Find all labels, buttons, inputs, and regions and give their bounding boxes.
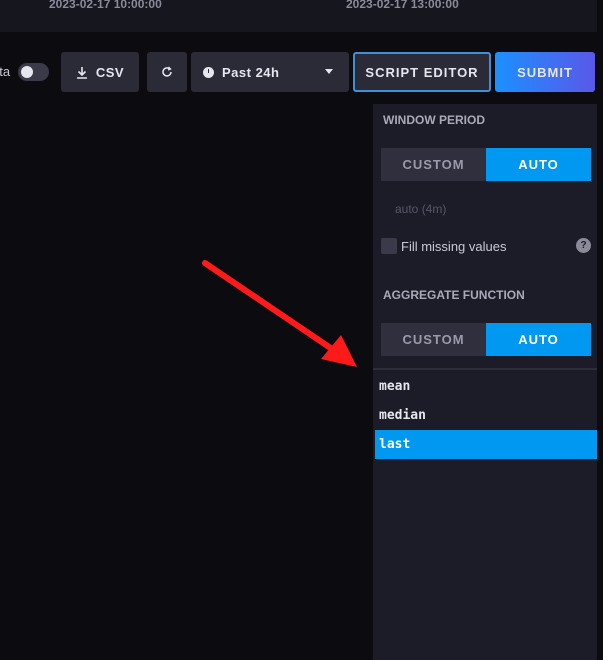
refresh-icon — [162, 66, 172, 77]
submit-button[interactable]: SUBMIT — [495, 52, 595, 92]
fill-missing-checkbox[interactable] — [381, 238, 397, 254]
clock-icon — [203, 66, 214, 78]
download-icon — [76, 66, 87, 79]
time-range-dropdown[interactable]: Past 24h — [191, 52, 349, 92]
timeline-tick: 2023-02-17 10:00:00 — [49, 0, 162, 11]
aggregate-function-title: AGGREGATE FUNCTION — [383, 288, 525, 302]
csv-button-label: CSV — [95, 64, 125, 80]
submit-label: SUBMIT — [517, 64, 573, 80]
raw-data-toggle[interactable] — [18, 63, 49, 81]
divider — [373, 368, 598, 370]
help-icon[interactable]: ? — [576, 238, 591, 253]
timeline-axis: 2023-02-17 10:00:00 2023-02-17 13:00:00 — [0, 0, 597, 32]
toggle-knob — [21, 66, 33, 78]
function-option-last[interactable]: last — [375, 430, 597, 459]
aggregate-function-segmented-control: CUSTOM AUTO — [381, 323, 591, 356]
caret-down-icon — [325, 69, 333, 74]
window-edge — [597, 0, 603, 660]
window-period-title: WINDOW PERIOD — [383, 113, 485, 127]
script-editor-label: SCRIPT EDITOR — [365, 64, 479, 80]
auto-window-period-value: auto (4m) — [395, 202, 447, 216]
annotation-arrow-icon — [202, 260, 357, 367]
aggregate-custom-option[interactable]: CUSTOM — [381, 323, 486, 356]
function-option-mean[interactable]: mean — [375, 372, 597, 401]
aggregate-panel: WINDOW PERIOD CUSTOM AUTO auto (4m) Fill… — [373, 104, 598, 660]
script-editor-button[interactable]: SCRIPT EDITOR — [353, 52, 491, 92]
function-option-median[interactable]: median — [375, 401, 597, 430]
fill-missing-row: Fill missing values ? — [381, 237, 591, 255]
refresh-button[interactable] — [147, 52, 187, 92]
csv-download-button[interactable]: CSV — [61, 52, 139, 92]
fill-missing-label: Fill missing values — [401, 239, 507, 254]
aggregate-auto-option[interactable]: AUTO — [486, 323, 591, 356]
aggregate-function-list: mean median last — [375, 372, 597, 459]
raw-data-toggle-label: ata — [0, 64, 11, 79]
time-range-label: Past 24h — [222, 64, 280, 80]
window-period-auto-option[interactable]: AUTO — [486, 148, 591, 181]
window-period-custom-option[interactable]: CUSTOM — [381, 148, 486, 181]
timeline-tick: 2023-02-17 13:00:00 — [346, 0, 459, 11]
window-period-segmented-control: CUSTOM AUTO — [381, 148, 591, 181]
query-toolbar: ata CSV Past 24h SCRIPT EDITOR SUBMIT — [0, 52, 603, 92]
